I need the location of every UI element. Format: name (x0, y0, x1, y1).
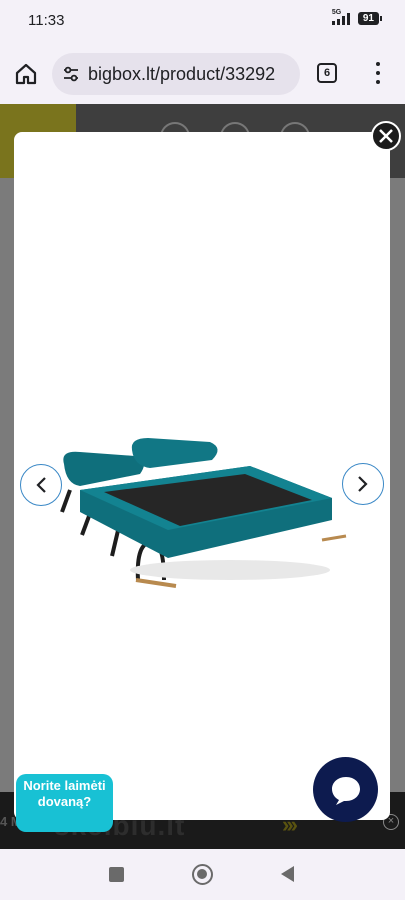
close-lightbox-button[interactable] (371, 121, 401, 151)
status-time: 11:33 (28, 12, 65, 29)
browser-toolbar: bigbox.lt/product/33292 6 (0, 42, 405, 104)
chat-bubble-icon (332, 777, 360, 805)
chat-button[interactable] (313, 757, 378, 822)
chevron-right-icon (358, 476, 368, 492)
promo-button[interactable]: Norite laimėti dovaną? (16, 774, 113, 832)
close-icon (379, 129, 393, 143)
back-button[interactable] (281, 866, 294, 882)
battery-icon: 91 (357, 11, 383, 25)
chevron-left-icon (36, 477, 46, 493)
tune-icon[interactable] (62, 65, 80, 83)
previous-image-button[interactable] (20, 464, 62, 506)
url-field[interactable]: bigbox.lt/product/33292 (52, 53, 300, 95)
next-image-button[interactable] (342, 463, 384, 505)
more-vert-icon[interactable] (374, 62, 382, 84)
recent-apps-button[interactable] (109, 867, 124, 882)
tab-switcher-button[interactable]: 6 (317, 63, 337, 83)
signal-icon: 5G (331, 9, 354, 25)
product-image (60, 438, 347, 588)
url-text: bigbox.lt/product/33292 (88, 64, 276, 84)
status-bar: 11:33 5G 91 (0, 0, 405, 42)
home-icon[interactable] (14, 62, 38, 86)
network-type: 5G (331, 9, 342, 16)
status-indicators: 5G 91 (331, 9, 383, 25)
system-navigation-bar (0, 849, 405, 900)
home-button[interactable] (192, 864, 213, 885)
